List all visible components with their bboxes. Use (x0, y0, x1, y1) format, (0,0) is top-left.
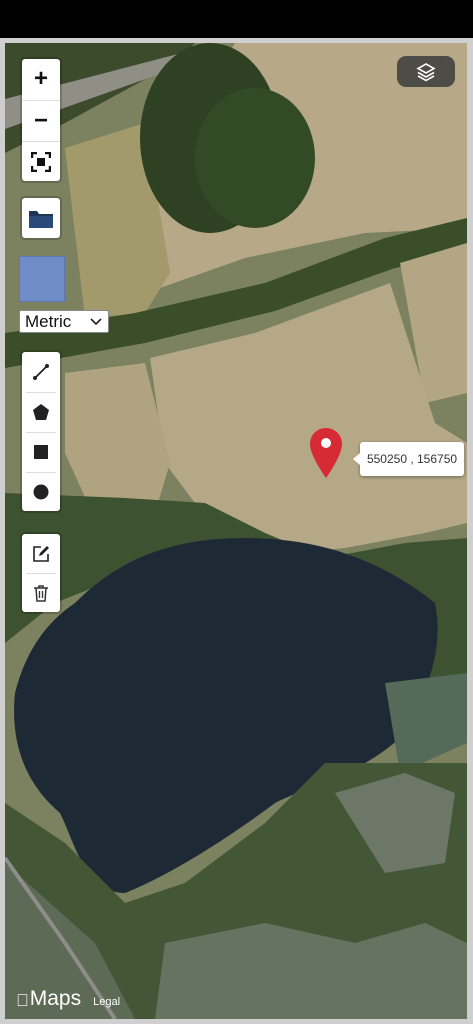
edit-toolbar (22, 534, 60, 612)
circle-icon (33, 484, 49, 500)
draw-polygon-button[interactable] (22, 392, 60, 432)
plus-icon: + (33, 65, 48, 92)
draw-circle-button[interactable] (22, 472, 60, 512)
fill-color-swatch[interactable] (19, 256, 65, 302)
fullscreen-icon (31, 152, 51, 172)
chevron-down-icon (90, 318, 102, 326)
legal-link[interactable]: Legal (93, 996, 120, 1008)
minus-icon: − (33, 107, 48, 134)
coordinate-popup: 550250 , 156750 (353, 442, 464, 476)
maps-brand-label: Maps (17, 987, 81, 1010)
square-icon (34, 445, 48, 459)
pentagon-icon (33, 404, 49, 420)
map-layers-button[interactable] (397, 56, 455, 87)
draw-toolbar (22, 352, 60, 511)
edit-icon (33, 546, 49, 562)
draw-rectangle-button[interactable] (22, 432, 60, 472)
satellite-imagery (5, 43, 467, 1019)
edit-layers-button[interactable] (22, 534, 60, 574)
apple-icon:  (16, 991, 29, 1011)
layers-icon (416, 62, 436, 81)
delete-layers-button[interactable] (22, 573, 60, 613)
units-select[interactable]: Metric (19, 310, 109, 333)
map-attribution:  Maps Legal (16, 987, 120, 1011)
folder-icon (29, 211, 53, 228)
zoom-out-button[interactable]: − (22, 100, 60, 141)
trash-icon (34, 585, 48, 602)
marker-dot (321, 438, 331, 448)
satellite-map[interactable]: + − Metric 550250 , 156750 Maps Legal (5, 43, 467, 1019)
zoom-controls: + − (22, 59, 60, 181)
units-select-value: Metric (25, 311, 72, 331)
fullscreen-button[interactable] (22, 141, 60, 182)
draw-line-button[interactable] (22, 352, 60, 392)
top-status-bar (0, 0, 473, 38)
location-marker[interactable] (308, 426, 344, 482)
open-file-button[interactable] (22, 198, 60, 238)
coordinate-text: 550250 , 156750 (366, 452, 458, 466)
zoom-in-button[interactable]: + (22, 59, 60, 99)
line-icon (33, 364, 49, 380)
